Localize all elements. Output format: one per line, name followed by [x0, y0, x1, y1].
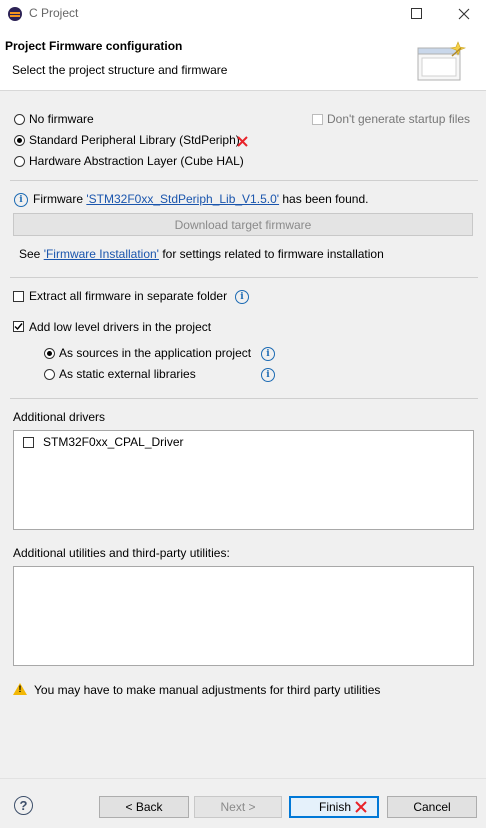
wizard-banner-icon [417, 41, 467, 81]
firmware-suffix: has been found. [279, 192, 369, 206]
warning-icon: ! [13, 683, 27, 695]
red-x-mark-icon [237, 136, 248, 147]
see-suffix: for settings related to firmware install… [158, 247, 384, 261]
maximize-button[interactable] [394, 0, 440, 28]
extract-all-label: Extract all firmware in separate folder [29, 289, 228, 303]
close-button[interactable] [441, 0, 486, 28]
additional-drivers-label: Additional drivers [13, 410, 106, 424]
next-button[interactable]: Next > [194, 796, 282, 818]
close-icon [458, 8, 470, 20]
dont-generate-startup-checkbox[interactable] [312, 114, 323, 125]
info-icon[interactable]: i [261, 368, 275, 382]
cube-hal-radio[interactable] [14, 156, 25, 167]
info-icon[interactable]: i [261, 347, 275, 361]
add-low-level-checkbox[interactable] [13, 321, 24, 332]
add-low-level-label: Add low level drivers in the project [29, 320, 212, 334]
as-static-label: As static external libraries [59, 367, 196, 381]
stdperiph-label: Standard Peripheral Library (StdPeriph) [29, 133, 240, 147]
window-title: C Project [29, 6, 79, 20]
driver-checkbox[interactable] [23, 437, 34, 448]
red-x-mark-icon [355, 801, 367, 813]
download-firmware-button[interactable]: Download target firmware [13, 213, 473, 236]
see-prefix: See [19, 247, 44, 261]
utilities-list[interactable] [13, 566, 474, 666]
as-sources-label: As sources in the application project [59, 346, 252, 360]
additional-drivers-list[interactable]: STM32F0xx_CPAL_Driver [13, 430, 474, 530]
maximize-icon [411, 8, 422, 19]
firmware-found-text: Firmware 'STM32F0xx_StdPeriph_Lib_V1.5.0… [33, 192, 368, 206]
no-firmware-label: No firmware [29, 112, 94, 126]
no-firmware-radio[interactable] [14, 114, 25, 125]
as-static-radio[interactable] [44, 369, 55, 380]
utilities-label: Additional utilities and third-party uti… [13, 546, 230, 560]
separator [10, 277, 478, 278]
checkmark-icon [14, 323, 23, 331]
help-icon[interactable]: ? [14, 796, 33, 815]
extract-all-checkbox[interactable] [13, 291, 24, 302]
separator [0, 778, 486, 779]
info-icon[interactable]: i [235, 290, 249, 304]
wizard-header: Project Firmware configuration Select th… [0, 28, 486, 91]
cancel-button[interactable]: Cancel [387, 796, 477, 818]
separator [10, 398, 478, 399]
eclipse-icon [8, 7, 22, 21]
firmware-name-link[interactable]: 'STM32F0xx_StdPeriph_Lib_V1.5.0' [86, 192, 279, 206]
page-title: Project Firmware configuration [5, 39, 183, 53]
page-subtitle: Select the project structure and firmwar… [12, 63, 228, 77]
title-bar: C Project [0, 0, 486, 28]
back-button[interactable]: < Back [99, 796, 189, 818]
list-item[interactable]: STM32F0xx_CPAL_Driver [43, 435, 183, 449]
firmware-prefix: Firmware [33, 192, 87, 206]
firmware-installation-text: See 'Firmware Installation' for settings… [19, 247, 384, 261]
as-sources-radio[interactable] [44, 348, 55, 359]
cube-hal-label: Hardware Abstraction Layer (Cube HAL) [29, 154, 244, 168]
warning-text: You may have to make manual adjustments … [34, 683, 381, 697]
separator [10, 180, 478, 181]
info-icon: i [14, 193, 28, 207]
firmware-installation-link[interactable]: 'Firmware Installation' [44, 247, 159, 261]
finish-label: Finish [319, 800, 352, 814]
dont-generate-startup-label: Don't generate startup files [327, 112, 471, 126]
stdperiph-radio[interactable] [14, 135, 25, 146]
